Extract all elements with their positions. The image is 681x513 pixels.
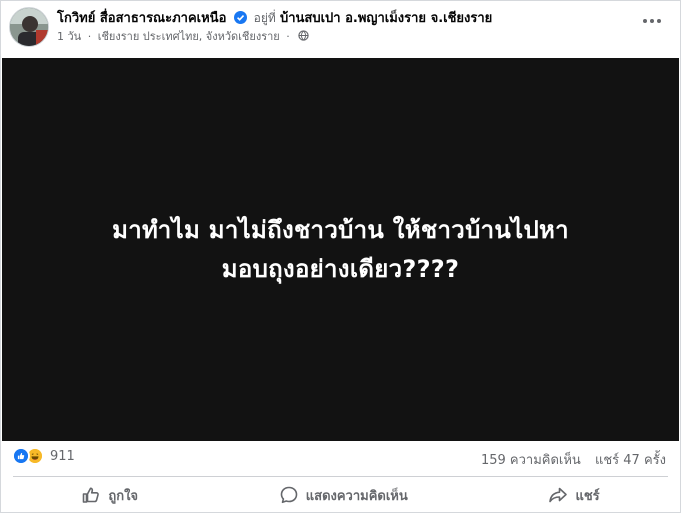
- post-stats: 911 159 ความคิดเห็น แชร์ 47 ครั้ง: [1, 445, 680, 471]
- post-actions: ถูกใจ แสดงความคิดเห็น แชร์: [1, 479, 680, 511]
- like-button[interactable]: ถูกใจ: [51, 481, 168, 510]
- post-media[interactable]: มาทำไม มาไม่ถึงชาวบ้าน ให้ชาวบ้านไปหา มอ…: [2, 58, 679, 441]
- engagement-stats: 159 ความคิดเห็น แชร์ 47 ครั้ง: [471, 449, 666, 470]
- post-timestamp[interactable]: 1 วัน: [57, 30, 81, 43]
- meta-separator: ·: [286, 30, 290, 43]
- more-dot-icon: [650, 19, 654, 23]
- more-dot-icon: [643, 19, 647, 23]
- like-label: ถูกใจ: [108, 488, 139, 504]
- reaction-summary[interactable]: 911: [12, 447, 75, 465]
- more-options-button[interactable]: [638, 11, 666, 31]
- author-name[interactable]: โกวิทย์ สื่อสาธารณะภาคเหนือ: [57, 11, 226, 26]
- more-dot-icon: [657, 19, 661, 23]
- share-label: แชร์: [575, 488, 600, 504]
- comment-label: แสดงความคิดเห็น: [305, 488, 408, 504]
- share-count[interactable]: แชร์ 47 ครั้ง: [595, 453, 666, 468]
- media-text-line: มาทำไม มาไม่ถึงชาวบ้าน ให้ชาวบ้านไปหา: [112, 215, 569, 244]
- comment-count[interactable]: 159 ความคิดเห็น: [481, 453, 581, 468]
- globe-icon: [298, 30, 309, 41]
- comment-bubble-icon: [280, 486, 298, 504]
- place-detail[interactable]: เชียงราย ประเทศไทย, จังหวัดเชียงราย: [98, 30, 280, 43]
- reaction-count: 911: [50, 448, 75, 464]
- author-avatar[interactable]: [9, 7, 49, 47]
- share-arrow-icon: [549, 487, 568, 503]
- meta-separator: ·: [87, 30, 92, 43]
- like-icon: [12, 447, 30, 465]
- avatar-photo-icon: [10, 8, 48, 46]
- post-header-title: โกวิทย์ สื่อสาธารณะภาคเหนือ อยู่ที่ บ้าน…: [57, 9, 492, 28]
- post-header: โกวิทย์ สื่อสาธารณะภาคเหนือ อยู่ที่ บ้าน…: [1, 1, 680, 57]
- verified-badge-icon: [233, 11, 247, 24]
- share-button[interactable]: แชร์: [518, 481, 629, 510]
- comment-button[interactable]: แสดงความคิดเห็น: [249, 481, 438, 510]
- at-label: อยู่ที่: [253, 11, 276, 25]
- post-card: โกวิทย์ สื่อสาธารณะภาคเหนือ อยู่ที่ บ้าน…: [0, 0, 681, 513]
- post-meta: 1 วัน · เชียงราย ประเทศไทย, จังหวัดเชียง…: [57, 29, 309, 44]
- media-text-line: มอบถุงอย่างเดียว????: [221, 254, 460, 283]
- thumbs-up-icon: [83, 487, 100, 503]
- stats-divider: [13, 476, 668, 477]
- location-link[interactable]: บ้านสบเปา อ.พญาเม็งราย จ.เชียงราย: [280, 11, 492, 26]
